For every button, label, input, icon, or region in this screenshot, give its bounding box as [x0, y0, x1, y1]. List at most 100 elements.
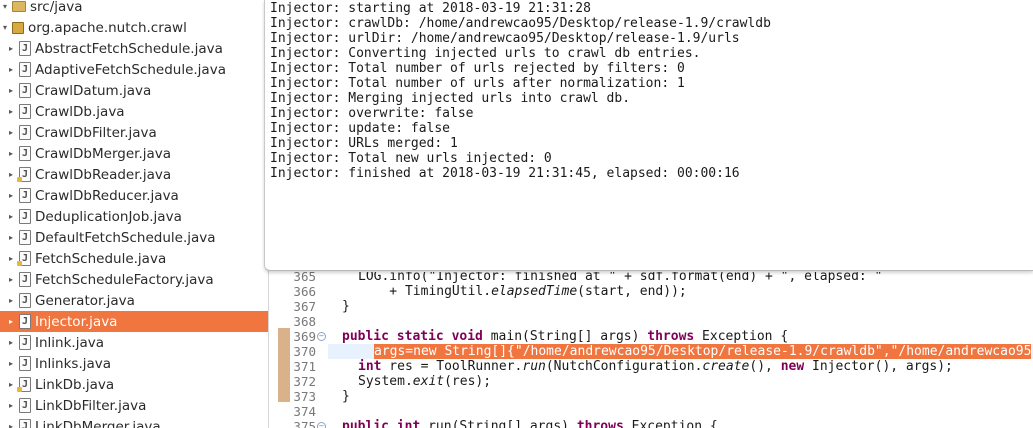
- console-line: Injector: crawlDb: /home/andrewcao95/Des…: [270, 16, 771, 31]
- expand-arrow-icon[interactable]: ▸: [6, 317, 16, 326]
- tree-item-file[interactable]: ▸ J CrawlDb.java: [0, 101, 268, 122]
- selected-code[interactable]: args=new String[]{"/home/andrewcao95/Des…: [374, 344, 1032, 359]
- expand-arrow-icon[interactable]: ▸: [6, 107, 16, 116]
- tree-item-label: FetchScheduleFactory.java: [35, 271, 214, 288]
- java-file-icon: J: [19, 62, 31, 77]
- expand-arrow-icon[interactable]: ▸: [6, 380, 16, 389]
- code-token: System.: [358, 374, 413, 389]
- tree-item-file[interactable]: ▸ J CrawlDbFilter.java: [0, 122, 268, 143]
- tree-item-label: Inlinks.java: [35, 355, 112, 372]
- expand-arrow-icon[interactable]: ▸: [6, 65, 16, 74]
- tree-item-label: Injector.java: [35, 313, 118, 330]
- console-output[interactable]: Injector: starting at 2018-03-19 21:31:2…: [264, 0, 1033, 271]
- expand-arrow-icon[interactable]: ▸: [6, 401, 16, 410]
- fold-collapse-icon[interactable]: −: [317, 332, 326, 341]
- tree-item-label: DefaultFetchSchedule.java: [35, 229, 216, 246]
- expand-arrow-icon[interactable]: ▾: [0, 2, 10, 11]
- expand-arrow-icon[interactable]: ▸: [6, 296, 16, 305]
- code-keyword: public int: [342, 419, 421, 428]
- tree-item-label: CrawlDbReader.java: [35, 166, 172, 183]
- expand-arrow-icon[interactable]: ▸: [6, 422, 16, 428]
- tree-item-file[interactable]: ▸ J FetchScheduleFactory.java: [0, 269, 268, 290]
- code-line: int res = ToolRunner.run(NutchConfigurat…: [358, 359, 953, 374]
- line-number: 367: [293, 299, 316, 314]
- tree-item-file-selected[interactable]: ▸ J Injector.java: [0, 311, 268, 332]
- expand-arrow-icon[interactable]: ▸: [6, 254, 16, 263]
- expand-arrow-icon[interactable]: ▸: [6, 170, 16, 179]
- line-number: 366: [293, 284, 316, 299]
- tree-item-file[interactable]: ▸ J FetchSchedule.java: [0, 248, 268, 269]
- code-token: (res);: [444, 374, 492, 389]
- expand-arrow-icon[interactable]: ▸: [6, 359, 16, 368]
- expand-arrow-icon[interactable]: ▸: [6, 44, 16, 53]
- expand-arrow-icon[interactable]: ▸: [6, 338, 16, 347]
- expand-arrow-icon[interactable]: ▸: [6, 128, 16, 137]
- change-marker: [278, 328, 290, 402]
- expand-arrow-icon[interactable]: ▸: [6, 212, 16, 221]
- console-line: Injector: Converting injected urls to cr…: [270, 46, 701, 61]
- console-line: Injector: Total number of urls rejected …: [270, 61, 685, 76]
- tree-item-file[interactable]: ▸ J Inlink.java: [0, 332, 268, 353]
- code-line: }: [342, 389, 350, 404]
- tree-item-file[interactable]: ▸ J AbstractFetchSchedule.java: [0, 38, 268, 59]
- tree-item-file[interactable]: ▸ J LinkDb.java: [0, 374, 268, 395]
- java-file-modified-icon: J: [17, 377, 31, 392]
- code-token: Exception {: [623, 419, 718, 428]
- tree-item-label: src/java: [30, 0, 83, 15]
- expand-arrow-icon[interactable]: ▾: [0, 23, 10, 32]
- code-keyword: public static void: [342, 329, 483, 344]
- code-line: + TimingUtil.elapsedTime(start, end));: [358, 284, 686, 299]
- fold-collapse-icon[interactable]: −: [317, 422, 326, 428]
- tree-item-file[interactable]: ▸ J CrawlDbMerger.java: [0, 143, 268, 164]
- code-token: run(String[] args): [420, 419, 577, 428]
- line-number: 375: [293, 419, 316, 428]
- tree-item-file[interactable]: ▸ J CrawlDatum.java: [0, 80, 268, 101]
- tree-item-file[interactable]: ▸ J DeduplicationJob.java: [0, 206, 268, 227]
- tree-item-file[interactable]: ▸ J LinkDbFilter.java: [0, 395, 268, 416]
- tree-item-package[interactable]: ▾ org.apache.nutch.crawl: [0, 17, 268, 38]
- tree-item-label: DeduplicationJob.java: [35, 208, 182, 225]
- tree-item-file[interactable]: ▸ J Generator.java: [0, 290, 268, 311]
- code-token: create: [702, 359, 750, 374]
- expand-arrow-icon[interactable]: ▸: [6, 191, 16, 200]
- code-keyword: throws: [576, 419, 624, 428]
- tree-item-label: CrawlDatum.java: [35, 82, 152, 99]
- line-number: 374: [293, 404, 316, 419]
- code-keyword: int: [358, 359, 382, 374]
- line-number: 373: [293, 389, 316, 404]
- expand-arrow-icon[interactable]: ▸: [6, 233, 16, 242]
- expand-arrow-icon[interactable]: ▸: [6, 149, 16, 158]
- code-token: Exception {: [694, 329, 789, 344]
- code-token: elapsedTime: [491, 284, 578, 299]
- line-number: 365: [293, 272, 316, 284]
- package-explorer: ▾ src/java ▾ org.apache.nutch.crawl ▸ J …: [0, 0, 269, 428]
- java-file-icon: J: [19, 272, 31, 287]
- tree-item-src-java[interactable]: ▾ src/java: [0, 0, 268, 17]
- code-keyword: throws: [647, 329, 695, 344]
- code-line: args=new String[]{"/home/andrewcao95/Des…: [374, 344, 1032, 359]
- code-token: + TimingUtil.: [358, 284, 492, 299]
- tree-item-label: LinkDbFilter.java: [35, 397, 147, 414]
- console-line: Injector: overwrite: false: [270, 106, 474, 121]
- tree-item-file[interactable]: ▸ J CrawlDbReducer.java: [0, 185, 268, 206]
- expand-arrow-icon[interactable]: ▸: [6, 86, 16, 95]
- tree-item-label: CrawlDbMerger.java: [35, 145, 172, 162]
- code-token: run: [522, 359, 546, 374]
- tree-item-file[interactable]: ▸ J AdaptiveFetchSchedule.java: [0, 59, 268, 80]
- tree-item-label: Generator.java: [35, 292, 135, 309]
- tree-item-file[interactable]: ▸ J CrawlDbReader.java: [0, 164, 268, 185]
- code-editor[interactable]: 365 366 367 368 369 370 371 372 373 374 …: [276, 272, 1033, 428]
- java-file-icon: J: [19, 83, 31, 98]
- tree-item-file[interactable]: ▸ J LinkDbMerger.java: [0, 416, 268, 428]
- expand-arrow-icon[interactable]: ▸: [6, 275, 16, 284]
- java-file-modified-icon: J: [17, 167, 31, 182]
- tree-item-file[interactable]: ▸ J Inlinks.java: [0, 353, 268, 374]
- tree-item-label: org.apache.nutch.crawl: [28, 19, 187, 36]
- tree-item-file[interactable]: ▸ J DefaultFetchSchedule.java: [0, 227, 268, 248]
- tree-item-label: LinkDb.java: [35, 376, 115, 393]
- java-file-icon: J: [19, 356, 31, 371]
- console-line: Injector: update: false: [270, 121, 451, 136]
- code-line: }: [342, 299, 350, 314]
- line-number: 369: [293, 329, 316, 344]
- java-file-icon: J: [19, 41, 31, 56]
